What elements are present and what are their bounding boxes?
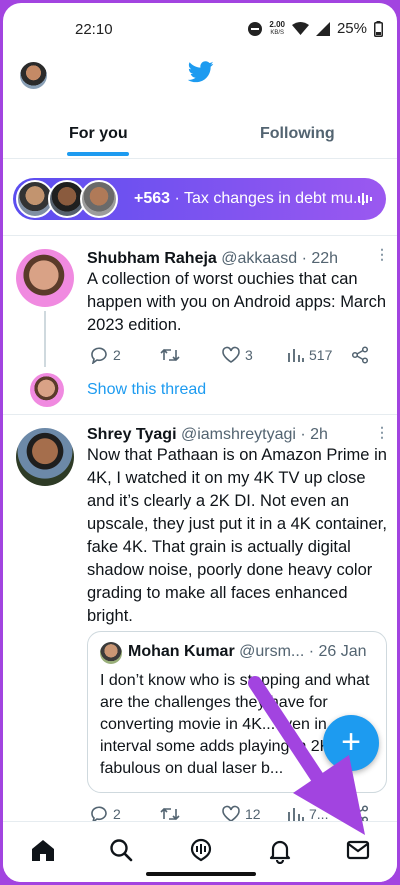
tweet-author-handle[interactable]: @akkaasd bbox=[221, 250, 297, 267]
app-header bbox=[3, 55, 397, 95]
spaces-banner-text: +563 · Tax changes in debt mu... bbox=[134, 190, 367, 207]
messages-envelope-icon[interactable] bbox=[344, 836, 372, 864]
reply-icon bbox=[91, 347, 107, 364]
reply-count: 2 bbox=[113, 806, 121, 822]
retweet-icon bbox=[160, 348, 180, 362]
quoted-author-name: Mohan Kumar bbox=[128, 643, 235, 660]
twitter-bird-icon[interactable] bbox=[188, 61, 214, 83]
timeline-tabs: For you Following bbox=[3, 108, 397, 159]
tab-following[interactable]: Following bbox=[260, 125, 335, 143]
network-speed: 2.00 KB/S bbox=[269, 19, 285, 36]
active-tab-indicator bbox=[67, 152, 129, 156]
quoted-tweet-header: Mohan Kumar @ursm... · 26 Jan bbox=[128, 643, 367, 660]
views-chart-icon bbox=[288, 349, 304, 362]
like-count: 12 bbox=[245, 806, 261, 822]
audio-bars-icon bbox=[358, 193, 372, 205]
spaces-icon[interactable] bbox=[187, 836, 215, 864]
tab-for-you[interactable]: For you bbox=[69, 125, 128, 143]
gesture-home-bar bbox=[146, 872, 256, 876]
battery-icon bbox=[374, 20, 383, 37]
views-count: 7... bbox=[309, 806, 329, 822]
battery-percent: 25% bbox=[336, 20, 367, 37]
divider bbox=[3, 414, 397, 415]
views-button[interactable]: 517 bbox=[287, 347, 351, 363]
tweet-time[interactable]: 2h bbox=[310, 426, 328, 443]
reply-count: 2 bbox=[113, 347, 121, 363]
tweet-text: A collection of worst ouchies that can h… bbox=[87, 270, 387, 334]
quoted-author-avatar bbox=[100, 642, 122, 664]
tweet-actions: 2 3 517 bbox=[89, 346, 369, 364]
status-time: 22:10 bbox=[75, 21, 113, 38]
notifications-bell-icon[interactable] bbox=[266, 836, 294, 864]
thread-line bbox=[44, 311, 46, 367]
retweet-icon bbox=[160, 807, 180, 821]
retweet-button[interactable] bbox=[159, 806, 221, 822]
like-button[interactable]: 3 bbox=[221, 346, 287, 364]
wifi-icon bbox=[291, 22, 309, 35]
do-not-disturb-icon bbox=[248, 21, 263, 36]
tweet-author-name[interactable]: Shubham Raheja bbox=[87, 250, 217, 267]
spaces-avatars bbox=[16, 180, 118, 218]
more-options-icon[interactable]: ⋮ bbox=[375, 424, 389, 441]
like-count: 3 bbox=[245, 347, 253, 363]
search-icon[interactable] bbox=[107, 836, 135, 864]
tweet-author-handle[interactable]: @iamshreytyagi bbox=[181, 426, 296, 443]
tweet-time[interactable]: 22h bbox=[311, 250, 338, 267]
twitter-app-screen: 22:10 2.00 KB/S 25% For you Following +5… bbox=[3, 3, 397, 882]
divider bbox=[3, 235, 397, 236]
retweet-button[interactable] bbox=[159, 347, 221, 363]
compose-tweet-button[interactable]: + bbox=[323, 715, 379, 771]
status-icons: 2.00 KB/S 25% bbox=[248, 20, 383, 37]
home-icon[interactable] bbox=[29, 836, 57, 864]
tweet-text: Now that Pathaan is on Amazon Prime in 4… bbox=[87, 446, 387, 625]
spaces-live-banner[interactable]: +563 · Tax changes in debt mu... bbox=[13, 178, 386, 220]
views-chart-icon bbox=[288, 808, 304, 821]
tweet-author-avatar[interactable] bbox=[16, 249, 74, 307]
share-icon[interactable] bbox=[351, 346, 369, 364]
spaces-avatar bbox=[80, 180, 118, 218]
show-thread-link[interactable]: Show this thread bbox=[87, 381, 206, 399]
thread-author-avatar bbox=[30, 373, 64, 407]
views-count: 517 bbox=[309, 347, 333, 363]
quoted-tweet-date: 26 Jan bbox=[318, 643, 367, 660]
profile-avatar[interactable] bbox=[20, 62, 47, 89]
tweet-author-name[interactable]: Shrey Tyagi bbox=[87, 426, 177, 443]
tweet-author-avatar[interactable] bbox=[16, 428, 74, 486]
tweet-header: Shrey Tyagi @iamshreytyagi · 2h bbox=[87, 426, 328, 443]
views-button[interactable]: 7... bbox=[287, 806, 351, 822]
more-options-icon[interactable]: ⋮ bbox=[375, 246, 389, 263]
tweet-header: Shubham Raheja @akkaasd · 22h bbox=[87, 250, 339, 267]
bottom-navigation bbox=[3, 821, 397, 882]
status-bar: 22:10 2.00 KB/S 25% bbox=[3, 3, 397, 55]
heart-icon bbox=[222, 346, 240, 363]
reply-button[interactable]: 2 bbox=[89, 346, 159, 364]
quoted-author-handle: @ursm... bbox=[239, 643, 305, 660]
signal-icon bbox=[315, 21, 330, 36]
